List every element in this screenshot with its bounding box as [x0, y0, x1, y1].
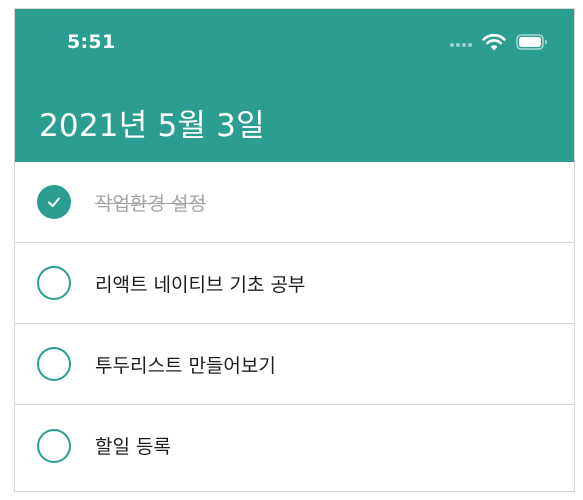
todo-item[interactable]: 투두리스트 만들어보기	[15, 324, 574, 405]
todo-item[interactable]: 작업환경 설정	[15, 162, 574, 243]
page-title: 2021년 5월 3일	[39, 108, 265, 144]
status-bar-icons	[448, 33, 548, 51]
app-screen: 5:51 2021년 5월 3일 작업환경 설정 리액트 네이티브 기초 공부 …	[14, 8, 575, 492]
app-header: 5:51 2021년 5월 3일	[15, 9, 574, 162]
todo-text: 리액트 네이티브 기초 공부	[95, 273, 306, 296]
todo-checkbox[interactable]	[37, 428, 71, 463]
todo-text: 작업환경 설정	[95, 192, 206, 215]
todo-text: 투두리스트 만들어보기	[95, 354, 276, 377]
wifi-icon	[482, 33, 506, 51]
battery-icon	[516, 34, 547, 50]
status-bar-time: 5:51	[67, 31, 116, 53]
todo-item[interactable]: 리액트 네이티브 기초 공부	[15, 243, 574, 324]
todo-list: 작업환경 설정 리액트 네이티브 기초 공부 투두리스트 만들어보기 할일 등록	[15, 162, 574, 486]
todo-checkbox-checked[interactable]	[37, 185, 71, 219]
todo-checkbox[interactable]	[37, 266, 71, 300]
todo-checkbox[interactable]	[37, 347, 71, 381]
todo-item[interactable]: 할일 등록	[15, 405, 574, 486]
cellular-dots-icon	[448, 43, 472, 47]
check-icon	[48, 197, 60, 207]
todo-text: 할일 등록	[95, 436, 171, 458]
